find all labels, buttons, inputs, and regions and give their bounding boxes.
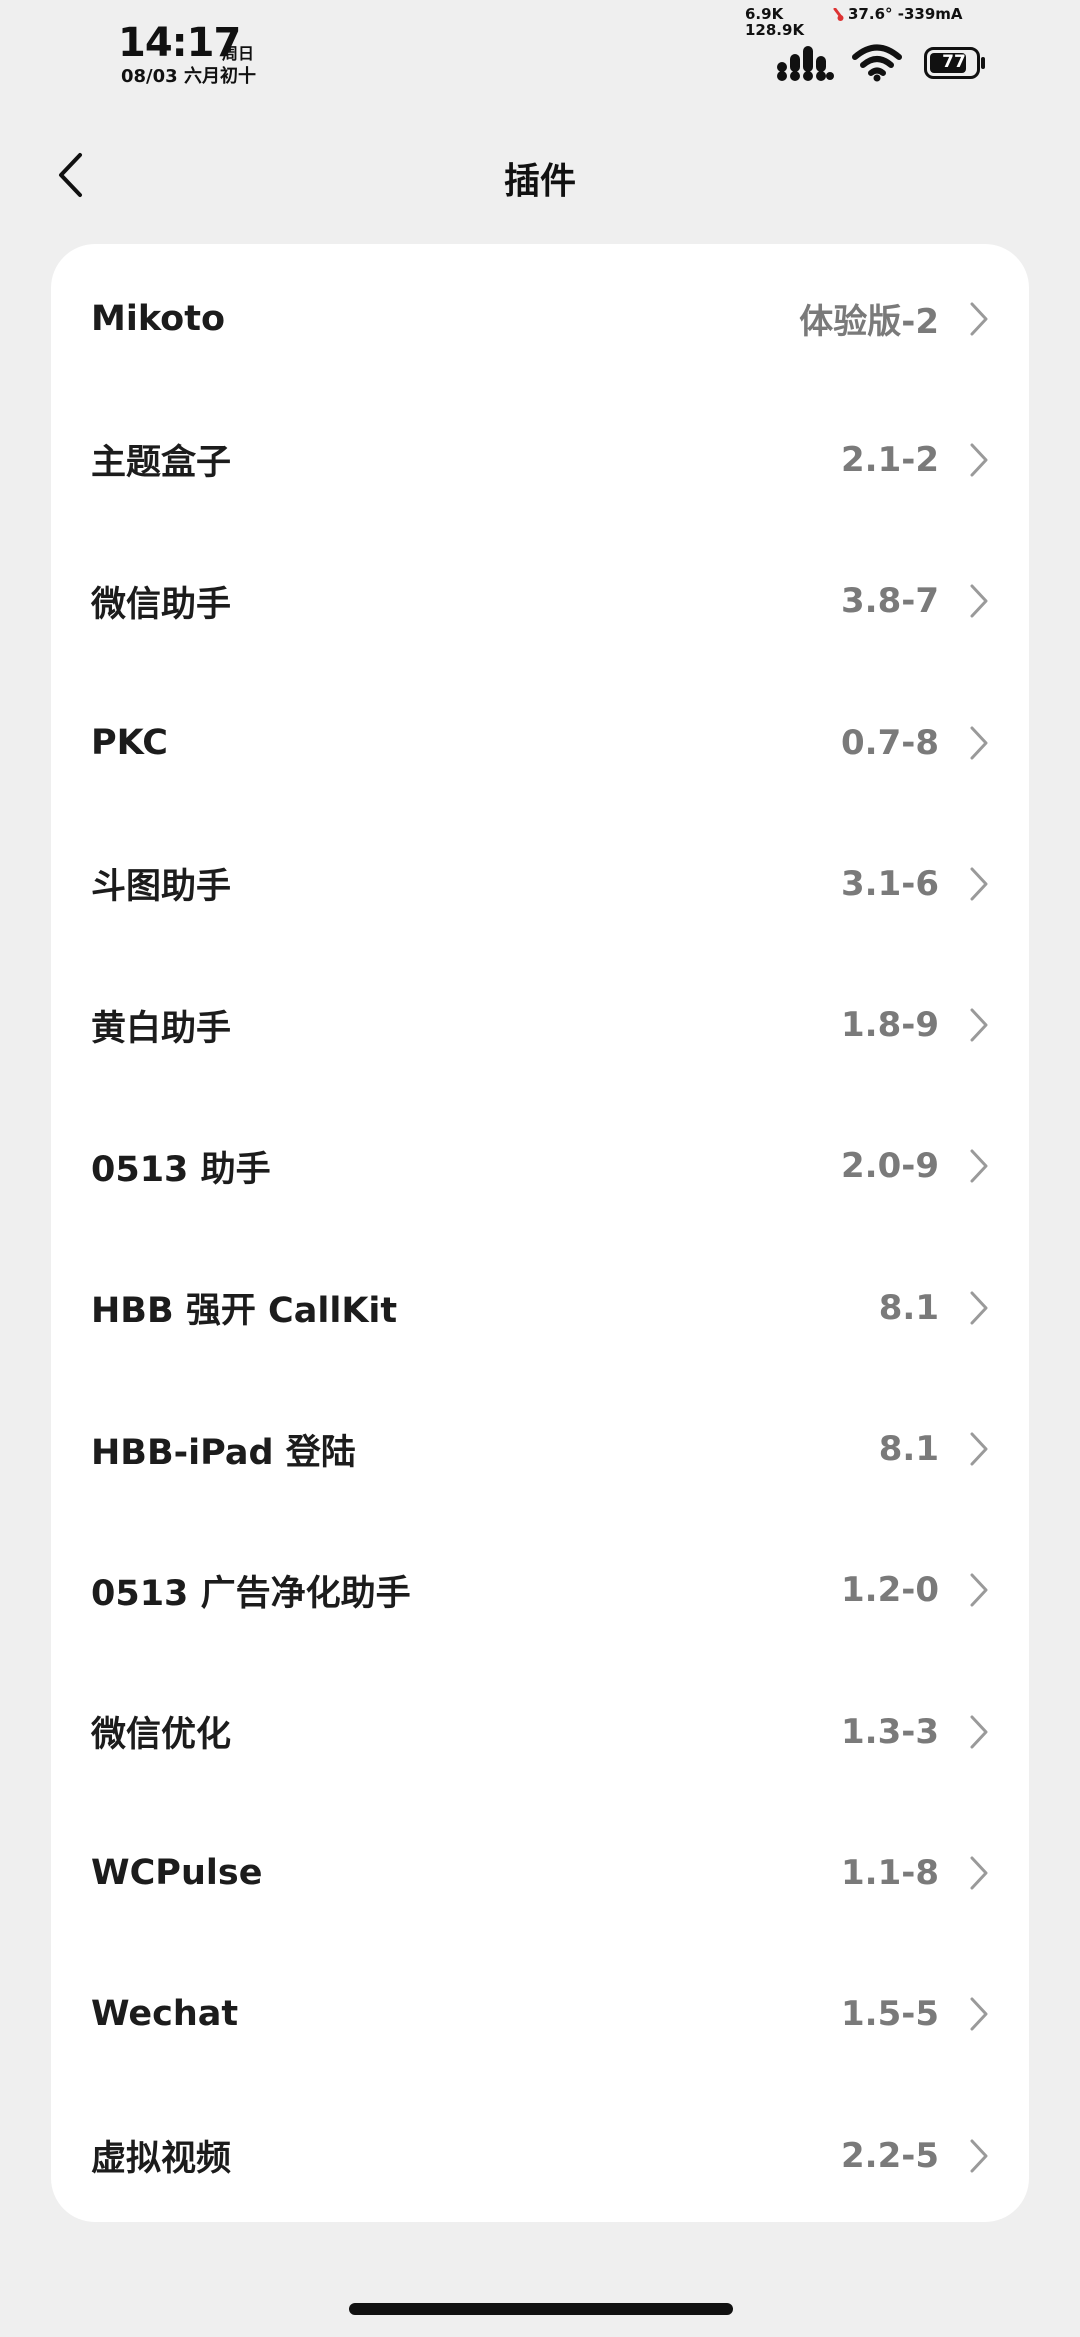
plugin-name: HBB 强开 CallKit	[91, 1291, 398, 1332]
plugin-name: HBB-iPad 登陆	[91, 1432, 356, 1473]
plugin-version: 1.1-8	[841, 1852, 939, 1893]
home-indicator[interactable]	[349, 2303, 733, 2315]
plugin-row[interactable]: Mikoto 体验版-2	[51, 248, 1029, 389]
wifi-icon	[852, 44, 902, 82]
plugin-row[interactable]: 黄白助手 1.8-9	[51, 954, 1029, 1095]
chevron-right-icon	[970, 726, 988, 760]
plugin-version: 体验版-2	[799, 302, 939, 343]
plugin-row[interactable]: WCPulse 1.1-8	[51, 1802, 1029, 1943]
plugin-name: 微信助手	[91, 584, 232, 625]
plugin-name: 微信优化	[91, 1715, 232, 1756]
plugin-name: 0513 助手	[91, 1149, 271, 1190]
chevron-right-icon	[970, 2139, 988, 2172]
plugin-version: 3.8-7	[841, 581, 939, 622]
plugin-list: Mikoto 体验版-2 主题盒子 2.1-2 微信助手 3.8-7 PKC 0.7-8 斗图助…	[51, 244, 1029, 2222]
plugin-version: 2.2-5	[841, 2135, 939, 2176]
plugin-name: 斗图助手	[91, 867, 232, 908]
plugin-version: 1.2-0	[841, 1570, 939, 1611]
plugin-row[interactable]: 0513 助手 2.0-9	[51, 1096, 1029, 1237]
network-speed-up: 128.9K	[745, 21, 805, 39]
signal-icon	[777, 46, 834, 81]
status-weekday: 周日	[222, 44, 255, 63]
plugin-name: 虚拟视频	[91, 2139, 232, 2179]
screen: 14:17 周日 08/03 六月初十 6.9K 128.9K 37.6° -3…	[0, 0, 1080, 2337]
chevron-right-icon	[970, 443, 988, 477]
chevron-right-icon	[970, 1573, 988, 1607]
chevron-right-icon	[970, 867, 988, 901]
plugin-version: 2.0-9	[841, 1146, 939, 1187]
status-date: 08/03 六月初十	[121, 66, 256, 87]
status-bar: 14:17 周日 08/03 六月初十 6.9K 128.9K 37.6° -3…	[0, 0, 1080, 110]
chevron-right-icon	[970, 584, 988, 618]
plugin-row[interactable]: 斗图助手 3.1-6	[51, 813, 1029, 954]
plugin-name: 黄白助手	[91, 1008, 232, 1049]
chevron-right-icon	[970, 302, 988, 336]
plugin-name: 0513 广告净化助手	[91, 1573, 411, 1614]
plugin-row[interactable]: Wechat 1.5-5	[51, 1944, 1029, 2085]
plugin-row[interactable]: 虚拟视频 2.2-5	[51, 2085, 1029, 2222]
plugin-name: PKC	[91, 722, 168, 763]
plugin-row[interactable]: 主题盒子 2.1-2	[51, 389, 1029, 530]
plugin-version: 1.5-5	[841, 1994, 939, 2035]
chevron-right-icon	[970, 1008, 988, 1042]
plugin-version: 1.8-9	[841, 1005, 939, 1046]
thermometer-icon	[833, 8, 844, 21]
plugin-name: Wechat	[91, 1994, 239, 2035]
plugin-version: 0.7-8	[841, 722, 939, 763]
plugin-version: 8.1	[878, 1287, 939, 1328]
chevron-right-icon	[970, 1856, 988, 1890]
battery-temp-current: 37.6° -339mA	[848, 5, 963, 23]
plugin-row[interactable]: 微信助手 3.8-7	[51, 531, 1029, 672]
plugin-version: 2.1-2	[841, 439, 939, 480]
plugin-name: 主题盒子	[91, 443, 232, 484]
plugin-name: WCPulse	[91, 1852, 263, 1893]
plugin-row[interactable]: PKC 0.7-8	[51, 672, 1029, 813]
page-title: 插件	[503, 161, 576, 202]
chevron-right-icon	[970, 1291, 988, 1325]
plugin-version: 1.3-3	[841, 1711, 939, 1752]
chevron-right-icon	[970, 1432, 988, 1466]
plugin-version: 3.1-6	[841, 863, 939, 904]
plugin-version: 8.1	[878, 1429, 939, 1470]
plugin-row[interactable]: 0513 广告净化助手 1.2-0	[51, 1520, 1029, 1661]
plugin-row[interactable]: HBB-iPad 登陆 8.1	[51, 1378, 1029, 1519]
nav-bar: 插件	[0, 130, 1080, 220]
chevron-right-icon	[970, 1997, 988, 2031]
chevron-right-icon	[970, 1715, 988, 1749]
plugin-row[interactable]: 微信优化 1.3-3	[51, 1661, 1029, 1802]
plugin-name: Mikoto	[91, 298, 225, 339]
battery-level: 77	[942, 52, 966, 72]
chevron-right-icon	[970, 1149, 988, 1183]
plugin-row[interactable]: HBB 强开 CallKit 8.1	[51, 1237, 1029, 1378]
